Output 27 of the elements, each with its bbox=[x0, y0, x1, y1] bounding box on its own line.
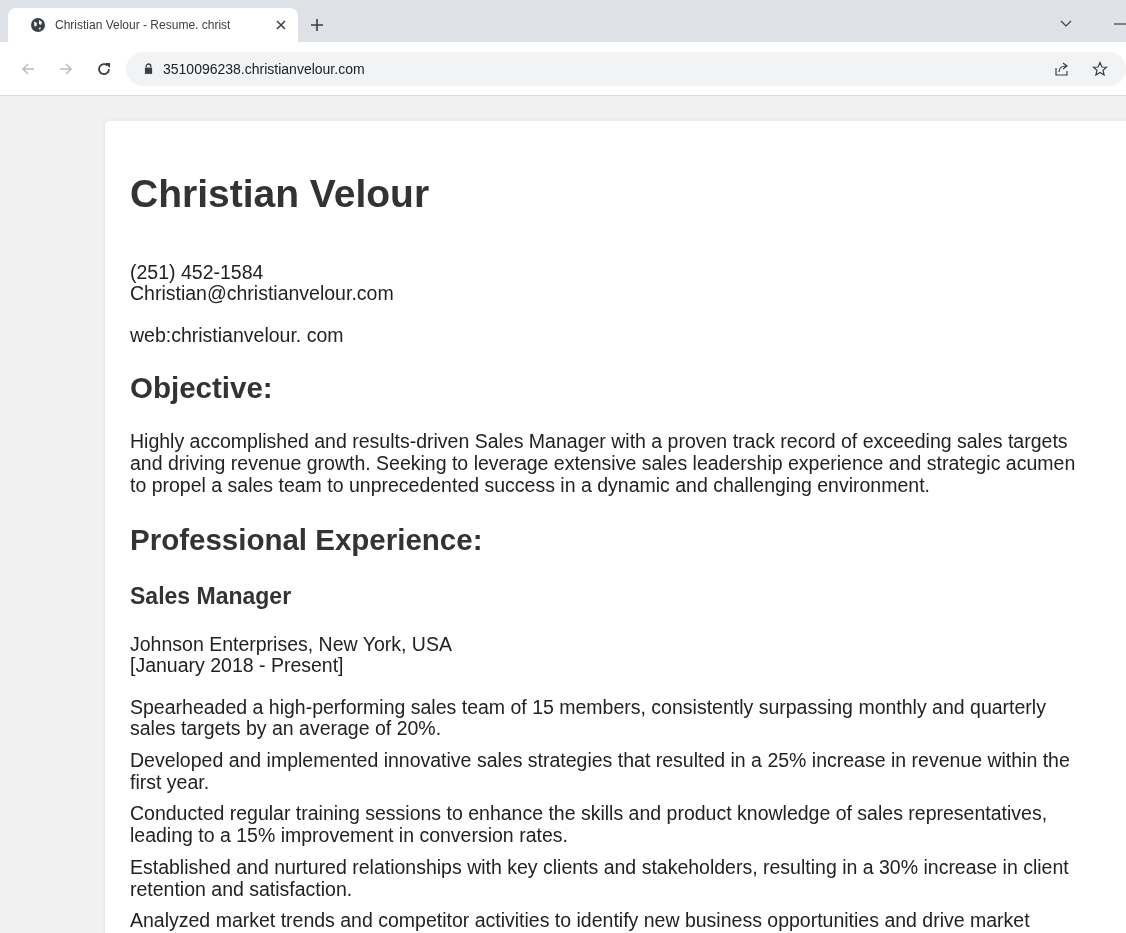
section-heading: Objective: bbox=[130, 371, 274, 406]
job-dates: [January 2018 - Present] bbox=[130, 655, 345, 678]
lock-icon bbox=[144, 63, 153, 74]
job-title: Sales Manager bbox=[130, 583, 293, 611]
reload-icon[interactable] bbox=[96, 60, 112, 77]
website-text: web:christianvelour. com bbox=[130, 325, 345, 348]
achievement-paragraph: Spearheaded a high-performing sales team of 15 members, consistently surpassing monthly and quarterly sales targets by an average of 20%. bbox=[130, 696, 1047, 741]
company-text: Johnson Enterprises, New York, USA bbox=[130, 633, 453, 656]
achievement-paragraph: Established and nurtured relationships with key clients and stakeholders, resulting in a 30% increase in client retention and satisfaction. bbox=[130, 856, 1070, 901]
contact-line: Christian@christianvelour.com bbox=[130, 283, 395, 305]
url-text: 3510096238.christianvelour.com bbox=[163, 60, 365, 77]
browser-tab[interactable]: Christian Velour - Resume. christ bbox=[8, 8, 298, 42]
chevron-down-icon[interactable] bbox=[1060, 20, 1072, 28]
achievement-paragraph: Conducted regular training sessions to enhance the skills and product knowledge of sales representatives, leading to a 15% improvement in conversion rates. bbox=[130, 803, 1049, 847]
contact-line: (251) 452-1584 bbox=[130, 261, 265, 284]
resume-name: Christian Velour bbox=[130, 170, 431, 216]
address-bar[interactable]: 3510096238.christianvelour.com bbox=[126, 51, 1126, 86]
achievement-paragraph: Analyzed market trends and competitor activities to identify new business opportunities and drive market bbox=[130, 910, 1031, 932]
tab-title: Christian Velour - Resume. christ bbox=[55, 18, 232, 32]
new-tab-icon[interactable] bbox=[310, 18, 324, 32]
close-icon[interactable] bbox=[276, 20, 286, 30]
objective-paragraph: Highly accomplished and results-driven Sales Manager with a proven track record of exceeding sales targets and driving revenue growth. Seeking to leverage extensive sales leadership experience and strategic acumen to propel a sales team to unprecedented success in a dynamic and challenging environment. bbox=[130, 431, 1077, 497]
section-heading: Professional Experience: bbox=[130, 523, 484, 558]
star-icon[interactable] bbox=[1092, 60, 1108, 77]
share-icon[interactable] bbox=[1054, 60, 1070, 77]
achievement-paragraph: Developed and implemented innovative sales strategies that resulted in a 25% increase in revenue within the first year. bbox=[130, 750, 1071, 794]
globe-icon bbox=[30, 17, 46, 33]
